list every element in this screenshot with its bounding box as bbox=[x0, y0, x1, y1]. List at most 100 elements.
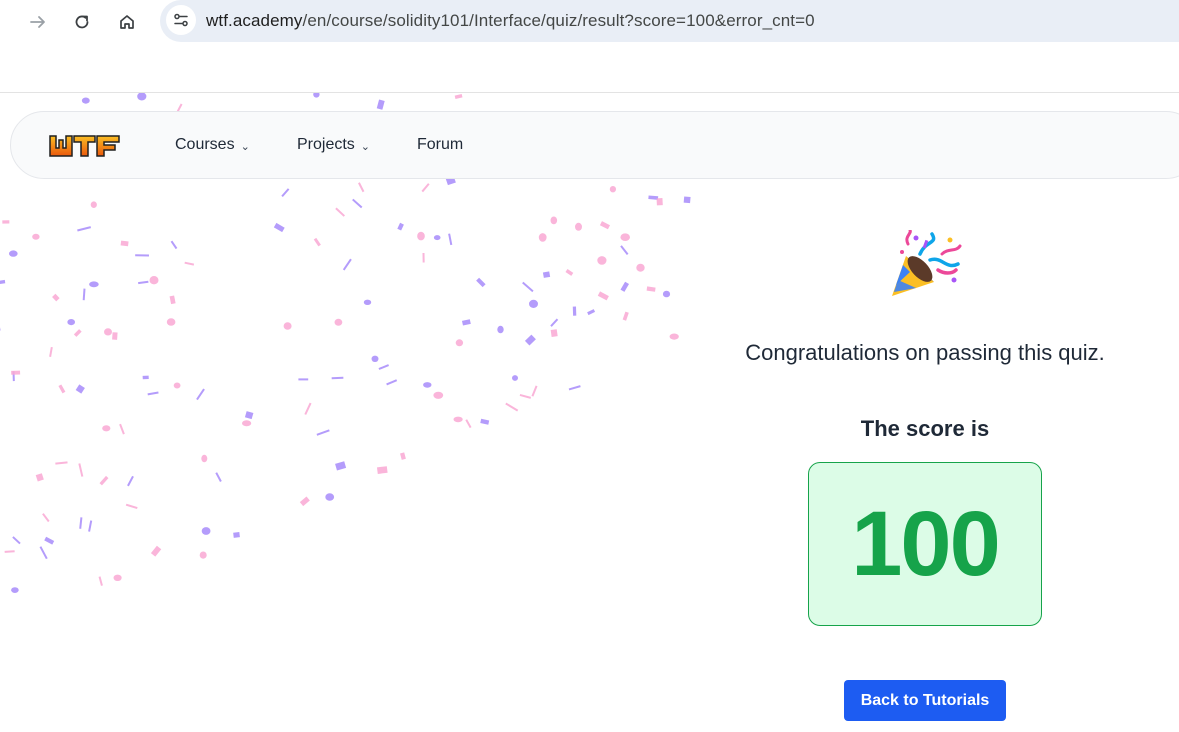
confetti-piece bbox=[199, 551, 207, 559]
confetti-piece bbox=[400, 452, 406, 460]
url-path: /en/course/solidity101/Interface/quiz/re… bbox=[302, 11, 815, 30]
confetti-piece bbox=[150, 545, 162, 557]
confetti-piece bbox=[304, 402, 312, 415]
confetti-piece bbox=[102, 425, 111, 432]
confetti-piece bbox=[565, 268, 574, 276]
confetti-piece bbox=[166, 318, 176, 326]
nav-projects-label: Projects bbox=[297, 136, 355, 153]
confetti-piece bbox=[242, 420, 252, 427]
confetti-piece bbox=[0, 279, 6, 285]
confetti-piece bbox=[170, 240, 178, 250]
confetti-piece bbox=[81, 97, 90, 104]
score-card: 100 bbox=[808, 462, 1042, 626]
confetti-piece bbox=[376, 99, 385, 110]
toolbar-divider bbox=[0, 92, 1179, 93]
forward-arrow-icon[interactable] bbox=[22, 6, 54, 38]
confetti-piece bbox=[244, 411, 254, 420]
reload-icon[interactable] bbox=[66, 6, 98, 38]
confetti-piece bbox=[35, 473, 44, 482]
confetti-piece bbox=[597, 291, 609, 301]
confetti-piece bbox=[233, 532, 240, 538]
confetti-piece bbox=[376, 466, 388, 474]
confetti-piece bbox=[461, 319, 471, 326]
site-navbar: Courses ⌄ Projects ⌄ Forum bbox=[10, 111, 1179, 179]
confetti-piece bbox=[173, 382, 181, 389]
confetti-piece bbox=[49, 346, 53, 357]
url-text[interactable]: wtf.academy/en/course/solidity101/Interf… bbox=[206, 11, 815, 31]
confetti-piece bbox=[127, 475, 134, 487]
confetti-piece bbox=[433, 235, 441, 241]
score-label: The score is bbox=[860, 416, 990, 441]
confetti-piece bbox=[104, 328, 112, 336]
confetti-piece bbox=[529, 299, 538, 308]
confetti-piece bbox=[42, 513, 50, 523]
confetti-piece bbox=[113, 574, 122, 581]
confetti-piece bbox=[12, 371, 15, 382]
back-to-tutorials-button[interactable]: Back to Tutorials bbox=[844, 680, 1006, 721]
confetti-piece bbox=[12, 536, 21, 545]
nav-forum-label: Forum bbox=[417, 136, 464, 153]
confetti-piece bbox=[422, 252, 425, 263]
home-icon[interactable] bbox=[111, 6, 143, 38]
confetti-piece bbox=[620, 281, 629, 292]
confetti-piece bbox=[335, 461, 347, 471]
confetti-piece bbox=[454, 93, 463, 100]
confetti-piece bbox=[149, 276, 159, 285]
confetti-piece bbox=[273, 222, 285, 233]
confetti-piece bbox=[433, 391, 444, 399]
confetti-piece bbox=[73, 329, 82, 337]
confetti-piece bbox=[386, 379, 398, 386]
confetti-piece bbox=[98, 576, 103, 586]
chevron-down-icon: ⌄ bbox=[240, 140, 250, 153]
confetti-piece bbox=[550, 318, 559, 327]
confetti-piece bbox=[88, 520, 93, 532]
confetti-piece bbox=[371, 355, 379, 362]
confetti-piece bbox=[662, 290, 671, 298]
nav-courses-label: Courses bbox=[175, 136, 235, 153]
confetti-piece bbox=[609, 186, 617, 193]
wtf-logo[interactable] bbox=[49, 134, 121, 163]
address-bar[interactable]: wtf.academy/en/course/solidity101/Interf… bbox=[160, 0, 1179, 42]
nav-forum[interactable]: Forum bbox=[417, 136, 463, 154]
nav-projects[interactable]: Projects ⌄ bbox=[297, 136, 370, 154]
confetti-piece bbox=[52, 293, 60, 302]
confetti-piece bbox=[505, 402, 519, 412]
confetti-piece bbox=[550, 216, 558, 225]
confetti-piece bbox=[90, 201, 97, 208]
confetti-piece bbox=[669, 333, 679, 340]
confetti-piece bbox=[58, 384, 66, 394]
confetti-piece bbox=[169, 295, 176, 305]
confetti-piece bbox=[0, 327, 1, 332]
confetti-piece bbox=[147, 391, 159, 396]
confetti-piece bbox=[11, 587, 19, 593]
confetti-piece bbox=[597, 256, 607, 265]
party-popper-icon bbox=[892, 230, 962, 296]
confetti-piece bbox=[283, 322, 292, 330]
confetti-piece bbox=[575, 222, 582, 231]
confetti-piece bbox=[119, 423, 125, 435]
nav-courses[interactable]: Courses ⌄ bbox=[175, 136, 250, 154]
confetti-piece bbox=[196, 388, 205, 401]
confetti-piece bbox=[568, 385, 581, 391]
confetti-piece bbox=[620, 245, 629, 256]
confetti-piece bbox=[497, 325, 504, 334]
chevron-down-icon: ⌄ bbox=[360, 140, 371, 153]
confetti-piece bbox=[423, 382, 432, 388]
confetti-piece bbox=[32, 233, 40, 240]
confetti-piece bbox=[331, 376, 344, 380]
confetti-piece bbox=[476, 277, 486, 288]
confetti-piece bbox=[587, 309, 596, 316]
browser-toolbar: wtf.academy/en/course/solidity101/Interf… bbox=[0, 0, 1179, 44]
confetti-piece bbox=[620, 233, 630, 241]
site-settings-icon[interactable] bbox=[166, 5, 196, 35]
confetti-piece bbox=[325, 493, 335, 501]
confetti-piece bbox=[656, 198, 663, 206]
confetti-piece bbox=[599, 221, 610, 230]
confetti-piece bbox=[9, 250, 18, 257]
confetti-piece bbox=[421, 183, 430, 193]
confetti-piece bbox=[335, 207, 346, 217]
confetti-piece bbox=[378, 364, 389, 370]
confetti-piece bbox=[201, 454, 208, 463]
confetti-piece bbox=[281, 188, 290, 198]
confetti-piece bbox=[78, 463, 84, 477]
